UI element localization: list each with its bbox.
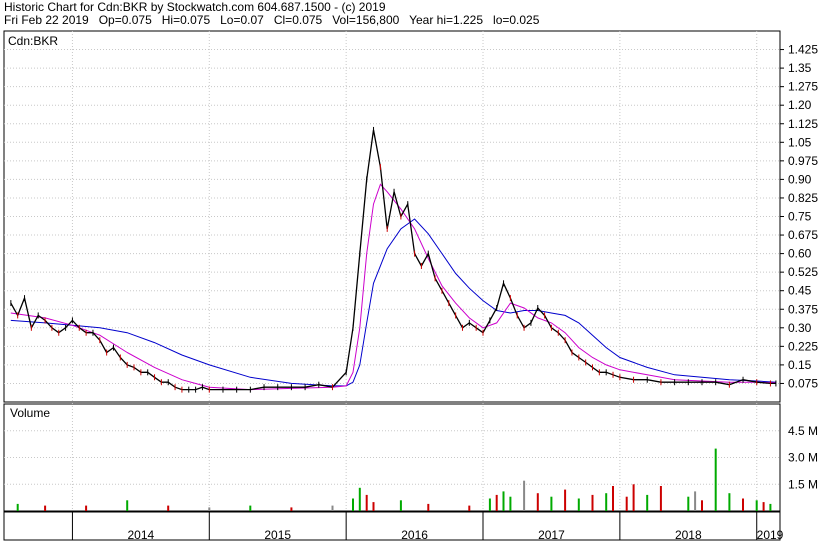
price-axis-labels: 1.425 1.35 1.275 1.20 1.125 1.05 0.975 0.90 0.82… [780,43,818,390]
price-tick-label: 0.45 [788,284,812,298]
volume-bar [659,486,662,511]
symbol-label: Cdn:BKR [8,34,58,48]
volume-bar [502,491,505,511]
volume-bar [625,496,628,511]
volume-bar [249,505,252,511]
volume-bar [646,494,649,511]
volume-bar [564,489,567,511]
price-tick-label: 0.225 [788,339,818,353]
volume-bar [16,503,19,511]
volume-bar [468,505,471,511]
year-label: 2019 [757,528,784,542]
volume-bar [427,503,430,511]
volume-bar [550,496,553,511]
volume-bar [167,505,170,511]
price-tick-label: 0.75 [788,210,812,224]
volume-bar [694,491,697,511]
volume-bar [358,487,361,511]
price-tick-label: 1.20 [788,98,812,112]
price-tick-label: 1.275 [788,80,818,94]
year-label: 2016 [401,528,428,542]
volume-bar [208,507,211,511]
price-tick-label: 0.60 [788,247,812,261]
year-label: 2014 [128,528,155,542]
volume-bar [755,500,758,511]
time-axis [3,511,781,541]
volume-bar [632,484,635,512]
volume-bar [728,493,731,511]
price-tick-label: 0.30 [788,321,812,335]
volume-bar [372,502,375,511]
price-volume-chart: 1.425 1.35 1.275 1.20 1.125 1.05 0.975 0.90 0.82… [3,30,818,542]
price-tick-label: 0.075 [788,376,818,390]
price-tick-label: 1.425 [788,43,818,57]
price-tick-label: 1.05 [788,135,812,149]
price-tick-label: 0.15 [788,358,812,372]
volume-label: Volume [10,406,50,420]
volume-bar [365,494,368,511]
price-panel [3,30,781,403]
price-tick-label: 1.125 [788,117,818,131]
year-label: 2018 [675,528,702,542]
volume-bar [126,500,129,511]
volume-bar [495,494,498,511]
volume-bar [331,505,334,511]
price-tick-label: 0.375 [788,302,818,316]
volume-bar [714,448,717,511]
price-tick-label: 1.35 [788,61,812,75]
volume-panel [3,403,781,512]
volume-bar [352,498,354,511]
year-label: 2017 [538,528,565,542]
volume-bar [577,498,580,511]
volume-bar [399,500,402,511]
volume-bar [536,493,539,511]
volume-bar [523,480,526,511]
volume-bar [488,498,491,511]
volume-bar [290,507,293,511]
volume-bar [742,498,744,511]
volume-bar [762,502,765,511]
volume-bar [591,494,594,511]
year-label: 2015 [264,528,291,542]
volume-axis-labels: 4.5 M 3.0 M 1.5 M [788,424,818,492]
volume-bar [605,493,608,511]
volume-bar [769,503,772,511]
price-tick-label: 0.975 [788,154,818,168]
volume-bar [85,505,88,511]
volume-tick-label: 3.0 M [788,451,818,465]
price-tick-label: 0.675 [788,228,818,242]
volume-bar [509,496,512,511]
volume-bar [612,486,614,511]
price-tick-label: 0.90 [788,172,812,186]
price-tick-label: 0.825 [788,191,818,205]
volume-tick-label: 4.5 M [788,424,818,438]
volume-bar [687,496,690,511]
volume-bar [44,505,47,511]
volume-bar [701,500,703,511]
price-tick-label: 0.525 [788,265,818,279]
volume-tick-label: 1.5 M [788,477,818,491]
